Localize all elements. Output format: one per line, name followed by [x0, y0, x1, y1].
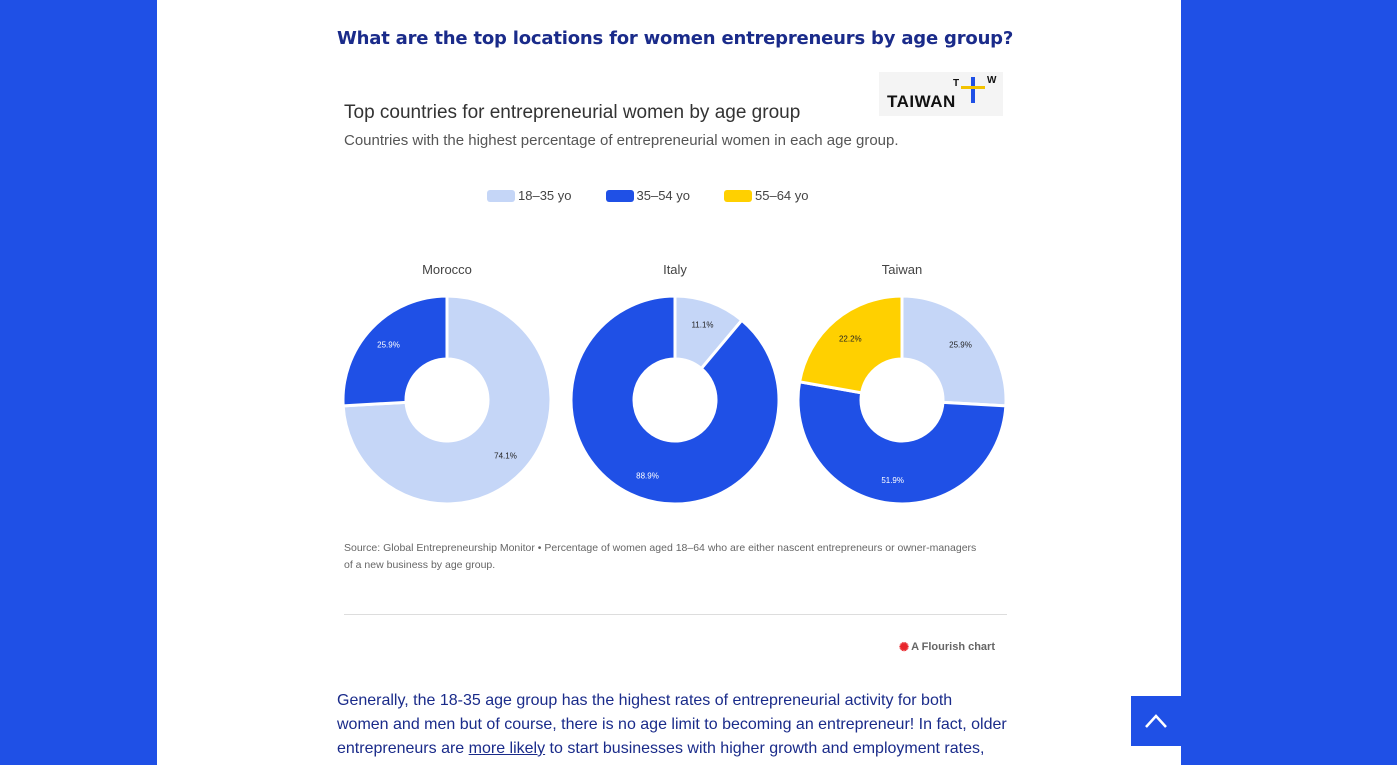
slice-label: 25.9%	[377, 341, 400, 350]
donut-slice[interactable]	[797, 294, 904, 395]
donut-title: Taiwan	[882, 262, 922, 277]
divider	[344, 614, 1007, 615]
chart-source: Source: Global Entrepreneurship Monitor …	[344, 542, 977, 571]
slice-label: 22.2%	[839, 334, 862, 343]
donut-slice[interactable]	[341, 294, 449, 408]
legend-item-35-54[interactable]: 35–54 yo	[605, 188, 690, 203]
legend-swatch	[487, 189, 515, 202]
article-paragraph: Generally, the 18-35 age group has the h…	[337, 692, 1007, 757]
donut-charts: Morocco 74.1% 25.9% Italy 11.1% 88.9% Taiwan 25…	[341, 262, 1008, 506]
taiwan-logo: T W TAIWAN	[879, 72, 1003, 116]
flourish-icon: ✺	[899, 640, 910, 654]
flourish-link[interactable]: ✺ A Flourish chart	[899, 640, 995, 654]
donut-title: Morocco	[422, 262, 472, 277]
slice-label: 25.9%	[949, 341, 972, 350]
slice-label: 74.1%	[494, 451, 517, 460]
slice-label: 11.1%	[691, 320, 713, 329]
back-to-top-button[interactable]	[1131, 696, 1181, 746]
legend-swatch	[724, 189, 752, 202]
donut-title: Italy	[663, 262, 687, 277]
chart-title: Top countries for entrepreneurial women …	[344, 102, 801, 123]
slice-label: 51.9%	[881, 476, 904, 485]
section-heading: What are the top locations for women ent…	[337, 28, 1014, 49]
legend-item-18-35[interactable]: 18–35 yo	[487, 188, 572, 203]
chevron-up-icon	[1145, 714, 1167, 728]
donut-slice[interactable]	[569, 294, 781, 506]
slice-label: 88.9%	[636, 472, 659, 481]
chart-subtitle: Countries with the highest percentage of…	[344, 132, 899, 149]
more-likely-link[interactable]: more likely	[469, 740, 545, 757]
donut-slice[interactable]	[900, 294, 1008, 408]
legend-swatch	[605, 189, 634, 202]
legend-item-55-64[interactable]: 55–64 yo	[724, 188, 809, 203]
chart-legend: 18–35 yo 35–54 yo 55–64 yo	[487, 188, 809, 203]
article-page: What are the top locations for women ent…	[157, 0, 1181, 765]
